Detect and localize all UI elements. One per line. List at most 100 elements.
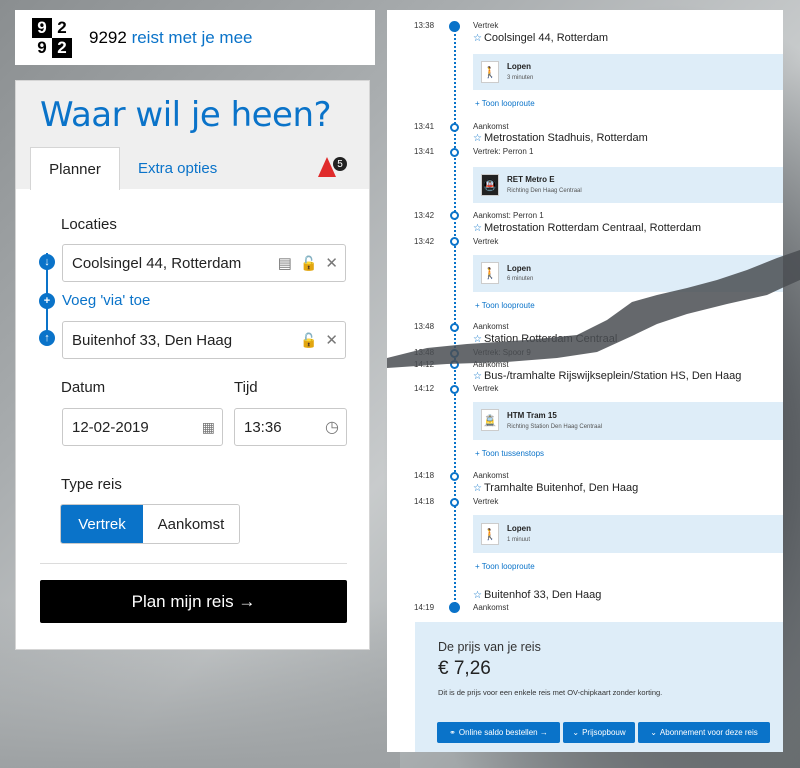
unlock-icon[interactable]: 🔓 (300, 255, 317, 272)
star-icon[interactable]: ☆ (473, 223, 482, 234)
to-value: Buitenhof 33, Den Haag (72, 331, 233, 349)
star-icon[interactable]: ☆ (473, 33, 482, 44)
leg-walk[interactable]: 🚶 Lopen 6 minuten (473, 255, 783, 292)
star-icon[interactable]: ☆ (473, 334, 482, 345)
step-place[interactable]: ☆ Bus-/tramhalte Rijswijkseplein/Station … (473, 370, 741, 382)
date-field[interactable]: 12-02-2019 ▦ (62, 408, 223, 446)
leg-title: Lopen (507, 62, 531, 71)
step-time: 14:19 (414, 603, 435, 612)
to-field[interactable]: Buitenhof 33, Den Haag 🔓 ✕ (62, 321, 346, 359)
disruption-alert[interactable]: 5 (318, 157, 347, 177)
clock-icon[interactable]: ◷ (325, 417, 339, 437)
planner-card: Waar wil je heen? Planner Extra opties 5… (15, 80, 370, 650)
leg-walk[interactable]: 🚶 Lopen 1 minuut (473, 515, 783, 553)
add-via-link[interactable]: Voeg 'via' toe (62, 292, 150, 309)
divider (40, 563, 347, 564)
leg-tram[interactable]: 🚊 HTM Tram 15 Richting Station Den Haag … (473, 402, 783, 440)
step-time: 13:41 (414, 122, 435, 131)
step-place[interactable]: ☆ Tramhalte Buitenhof, Den Haag (473, 482, 638, 494)
date-value: 12-02-2019 (72, 418, 149, 436)
show-route-link[interactable]: + Toon looproute (475, 301, 535, 310)
close-icon[interactable]: ✕ (325, 331, 338, 349)
step-sub: Vertrek (473, 21, 499, 30)
step-sub: Vertrek: Spoor 9 (473, 348, 531, 357)
step-sub: Vertrek (473, 384, 499, 393)
logo-digit: 2 (52, 17, 72, 38)
order-balance-button[interactable]: ⚭ Online saldo bestellen → (437, 722, 560, 743)
page-title: Waar wil je heen? (40, 95, 332, 135)
timeline-node (450, 349, 459, 358)
site-header: 9 2 9 2 9292 reist met je mee (15, 10, 375, 65)
depart-option[interactable]: Vertrek (61, 505, 143, 543)
timeline-node (450, 472, 459, 481)
star-icon[interactable]: ☆ (473, 483, 482, 494)
timeline-node (450, 148, 459, 157)
logo[interactable]: 9 2 9 2 (32, 17, 72, 58)
leg-title: Lopen (507, 524, 531, 533)
star-icon[interactable]: ☆ (473, 590, 482, 601)
logo-digit: 9 (32, 17, 52, 38)
star-icon[interactable]: ☆ (473, 371, 482, 382)
step-place[interactable]: ☆ Metrostation Rotterdam Centraal, Rotter… (473, 222, 701, 234)
locations-label: Locaties (61, 216, 117, 233)
brand-text: 9292 reist met je mee (89, 28, 253, 48)
arrow-down-icon: ↓ (39, 254, 55, 270)
price-breakdown-button[interactable]: ⌄ Prijsopbouw (563, 722, 635, 743)
step-sub: Aankomst (473, 322, 509, 331)
star-icon[interactable]: ☆ (473, 133, 482, 144)
step-place[interactable]: ☆ Coolsingel 44, Rotterdam (473, 32, 608, 44)
chevron-down-icon: ⌄ (572, 728, 580, 737)
timeline-node (450, 211, 459, 220)
leg-detail: 6 minuten (507, 276, 534, 282)
step-sub: Vertrek (473, 237, 499, 246)
walk-icon: 🚶 (481, 61, 499, 83)
plus-icon[interactable]: + (39, 293, 55, 309)
address-card-icon[interactable]: ▤ (278, 254, 292, 272)
leg-detail: 1 minuut (507, 537, 531, 543)
logo-digit: 2 (52, 37, 72, 58)
step-sub: Aankomst (473, 603, 509, 612)
step-time: 13:42 (414, 237, 435, 246)
timeline-node (450, 498, 459, 507)
step-place[interactable]: ☆ Station Rotterdam Centraal (473, 333, 617, 345)
step-place[interactable]: ☆ Metrostation Stadhuis, Rotterdam (473, 132, 648, 144)
step-time: 14:18 (414, 497, 435, 506)
leg-detail: Richting Station Den Haag Centraal (507, 424, 603, 430)
unlock-icon[interactable]: 🔓 (300, 332, 317, 349)
leg-walk[interactable]: 🚶 Lopen 3 minuten (473, 54, 783, 90)
step-sub: Aankomst (473, 471, 509, 480)
trip-type-label: Type reis (61, 476, 122, 493)
step-place[interactable]: ☆ Buitenhof 33, Den Haag (473, 589, 601, 601)
traffic-cone-icon (318, 157, 336, 177)
subscription-button[interactable]: ⌄ Abonnement voor deze reis (638, 722, 770, 743)
arrive-option[interactable]: Aankomst (143, 505, 239, 543)
price-amount: € 7,26 (438, 658, 491, 679)
timeline-node (449, 21, 460, 32)
show-route-link[interactable]: + Toon looproute (475, 562, 535, 571)
time-field[interactable]: 13:36 ◷ (234, 408, 347, 446)
timeline-node (449, 602, 460, 613)
timeline-node (450, 123, 459, 132)
metro-icon: 🚇 (481, 174, 499, 196)
step-sub: Aankomst (473, 122, 509, 131)
leg-title: Lopen (507, 264, 531, 273)
show-route-link[interactable]: + Toon looproute (475, 99, 535, 108)
show-stops-link[interactable]: + Toon tussenstops (475, 449, 544, 458)
arrow-up-icon: ↑ (39, 330, 55, 346)
from-value: Coolsingel 44, Rotterdam (72, 254, 242, 272)
tab-extra-options[interactable]: Extra opties (138, 147, 217, 190)
price-panel: De prijs van je reis € 7,26 Dit is de pr… (415, 622, 783, 752)
plan-trip-button[interactable]: Plan mijn reis → (40, 580, 347, 623)
time-value: 13:36 (244, 418, 282, 436)
calendar-icon[interactable]: ▦ (202, 419, 215, 436)
leg-metro[interactable]: 🚇 RET Metro E Richting Den Haag Centraal (473, 167, 783, 203)
timeline-node (450, 323, 459, 332)
step-time: 13:41 (414, 147, 435, 156)
logo-digit: 9 (32, 37, 52, 58)
from-field[interactable]: Coolsingel 44, Rotterdam ▤ 🔓 ✕ (62, 244, 346, 282)
walk-icon: 🚶 (481, 523, 499, 545)
tab-planner[interactable]: Planner (30, 147, 120, 190)
leg-title: HTM Tram 15 (507, 411, 557, 420)
step-time: 14:12 (414, 384, 435, 393)
close-icon[interactable]: ✕ (325, 254, 338, 272)
